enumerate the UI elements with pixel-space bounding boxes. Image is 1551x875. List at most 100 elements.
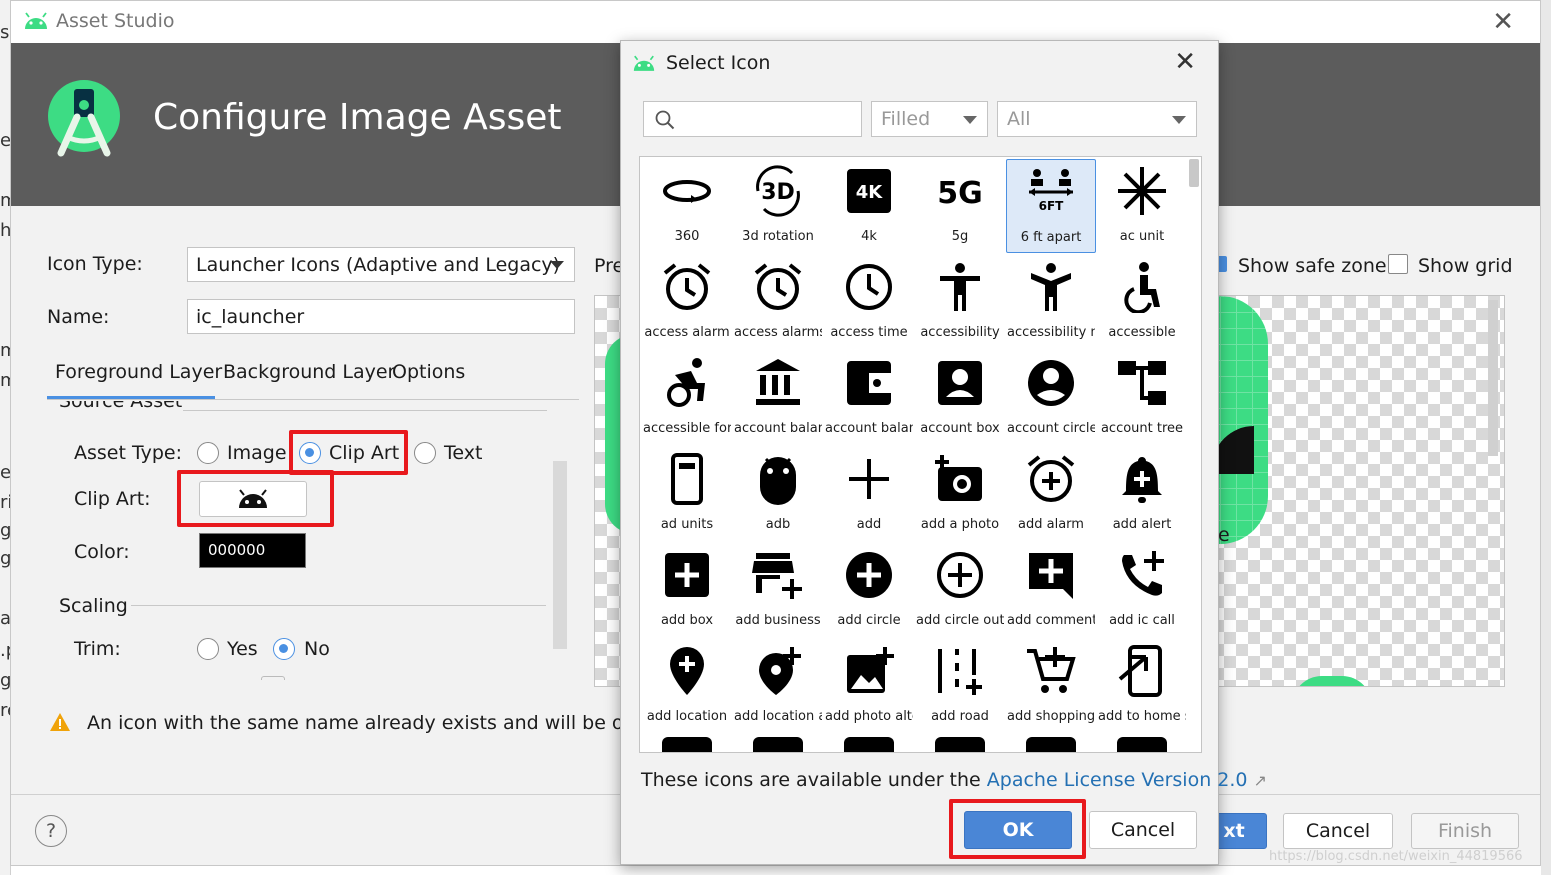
- icon-cell-add-road[interactable]: add road: [915, 639, 1005, 733]
- icon-cell-add-ic-call[interactable]: add ic call: [1097, 543, 1187, 637]
- icon-cell-add-circle[interactable]: add circle: [824, 543, 914, 637]
- icon-cell-accessible[interactable]: accessible: [1097, 255, 1187, 349]
- icon-cell-label: 6 ft apart: [1020, 230, 1082, 245]
- show-grid-checkbox[interactable]: [1388, 254, 1408, 274]
- icon-cell-account-circle[interactable]: account circle: [1006, 351, 1096, 445]
- icon-cell-ac-unit[interactable]: ac unit: [1097, 159, 1187, 253]
- icon-cell-partial[interactable]: [1026, 737, 1076, 752]
- form-scrollbar[interactable]: [553, 461, 567, 649]
- radio-text[interactable]: [414, 442, 436, 464]
- icon-cell-add[interactable]: add: [824, 447, 914, 541]
- name-label: Name:: [47, 306, 110, 328]
- category-filter-dropdown[interactable]: All: [997, 101, 1197, 137]
- icon-cell-4k[interactable]: 4K 4k: [824, 159, 914, 253]
- icon-grid[interactable]: 360 3D 3d rotation 4K 4k 5G 5g 6FT 6 ft apart ac …: [639, 156, 1202, 753]
- color-swatch[interactable]: 000000: [199, 533, 306, 568]
- radio-image-label[interactable]: Image: [227, 442, 287, 464]
- show-safe-zone-label[interactable]: Show safe zone: [1238, 255, 1387, 277]
- radio-trim-yes-label[interactable]: Yes: [227, 638, 258, 660]
- icon-type-select[interactable]: Launcher Icons (Adaptive and Legacy): [187, 247, 575, 282]
- icon-cell-add-a-photo[interactable]: add a photo: [915, 447, 1005, 541]
- icon-cell-access-time[interactable]: access time: [824, 255, 914, 349]
- icon-cell-5g[interactable]: 5G 5g: [915, 159, 1005, 253]
- icon-cell-label: add photo alternate: [825, 709, 913, 724]
- icon-cell-partial[interactable]: [1117, 737, 1167, 752]
- slider-thumb[interactable]: [261, 676, 285, 680]
- icon-cell-label: add alarm: [1018, 517, 1084, 532]
- icon-cell-add-shopping-cart[interactable]: add shopping cart: [1006, 639, 1096, 733]
- 6-ft-apart-icon: 6FT: [1029, 169, 1073, 213]
- radio-trim-no[interactable]: [273, 638, 295, 660]
- icon-cell-partial[interactable]: [753, 737, 803, 752]
- icon-cell-label: access time: [830, 325, 908, 340]
- close-icon[interactable]: ✕: [1492, 7, 1514, 37]
- icon-cell-access-alarms[interactable]: access alarms: [733, 255, 823, 349]
- icon-cell-accessibility-new[interactable]: accessibility new: [1006, 255, 1096, 349]
- dialog-close-icon[interactable]: ✕: [1174, 47, 1196, 77]
- preview-adaptive-shape: [1212, 296, 1268, 544]
- accessibility-new-icon: [1031, 263, 1071, 311]
- icon-cell-partial[interactable]: [844, 737, 894, 752]
- radio-image[interactable]: [197, 442, 219, 464]
- license-prefix: These icons are available under the: [641, 769, 987, 791]
- icon-cell-ad-units[interactable]: ad units: [642, 447, 732, 541]
- tab-background-layer[interactable]: Background Layer: [223, 361, 395, 383]
- tab-options[interactable]: Options: [392, 361, 465, 383]
- icon-cell-add-alarm[interactable]: add alarm: [1006, 447, 1096, 541]
- svg-text:6FT: 6FT: [1039, 199, 1065, 213]
- icon-cell-accessible-forward[interactable]: accessible forward: [642, 351, 732, 445]
- radio-text-label[interactable]: Text: [444, 442, 482, 464]
- alarm-icon: [663, 263, 711, 310]
- help-icon[interactable]: ?: [35, 815, 67, 847]
- cancel-button[interactable]: Cancel: [1283, 813, 1393, 849]
- add-box-icon: [665, 553, 709, 597]
- preview-scrollbar[interactable]: [1488, 300, 1498, 456]
- 3d-rotation-icon: 3D: [756, 165, 800, 217]
- license-link[interactable]: Apache License Version 2.0: [987, 769, 1248, 791]
- source-asset-section: Source Asset: [47, 401, 579, 415]
- name-input[interactable]: ic_launcher: [187, 299, 575, 334]
- show-grid-label[interactable]: Show grid: [1418, 255, 1513, 277]
- icon-cell-6-ft-apart[interactable]: 6FT 6 ft apart: [1006, 159, 1096, 253]
- icon-cell-account-tree[interactable]: account tree: [1097, 351, 1187, 445]
- finish-button[interactable]: Finish: [1411, 813, 1519, 849]
- accessibility-icon: [940, 263, 980, 311]
- icon-cell-add-location[interactable]: add location: [642, 639, 732, 733]
- icon-cell-partial[interactable]: [935, 737, 985, 752]
- dialog-cancel-button[interactable]: Cancel: [1089, 811, 1197, 849]
- radio-trim-yes[interactable]: [197, 638, 219, 660]
- radio-trim-no-label[interactable]: No: [304, 638, 330, 660]
- icon-cell-account-balance[interactable]: account balance: [733, 351, 823, 445]
- icon-cell-add-circle-outline[interactable]: add circle outline: [915, 543, 1005, 637]
- clip-art-label: Clip Art:: [74, 488, 151, 510]
- icon-cell-label: add location: [646, 709, 728, 724]
- icon-cell-3d-rotation[interactable]: 3D 3d rotation: [733, 159, 823, 253]
- icon-cell-partial[interactable]: [662, 737, 712, 752]
- icon-cell-add-comment[interactable]: add comment: [1006, 543, 1096, 637]
- accessible-forward-icon: [667, 358, 705, 407]
- icon-grid-scrollbar[interactable]: [1189, 159, 1199, 187]
- adb-icon: [760, 457, 796, 505]
- style-filter-dropdown[interactable]: Filled: [871, 101, 988, 137]
- icon-cell-access-alarm[interactable]: access alarm: [642, 255, 732, 349]
- tab-foreground-layer[interactable]: Foreground Layer: [55, 361, 222, 383]
- icon-cell-add-to-home-screen[interactable]: add to home screen: [1097, 639, 1187, 733]
- 4k-icon: 4K: [847, 169, 891, 213]
- icon-cell-add-alert[interactable]: add alert: [1097, 447, 1187, 541]
- icon-cell-label: accessibility: [920, 325, 1000, 340]
- icon-cell-360[interactable]: 360: [642, 159, 732, 253]
- add-to-home-screen-icon: [1118, 645, 1162, 697]
- icon-cell-add-box[interactable]: add box: [642, 543, 732, 637]
- 5g-icon: 5G: [937, 176, 983, 211]
- icon-cell-account-balance-wallet[interactable]: account balance wallet: [824, 351, 914, 445]
- icon-cell-accessibility[interactable]: accessibility: [915, 255, 1005, 349]
- icon-search-input[interactable]: [643, 101, 862, 137]
- icon-cell-add-business[interactable]: add business: [733, 543, 823, 637]
- wallet-icon: [847, 361, 891, 405]
- icon-cell-adb[interactable]: adb: [733, 447, 823, 541]
- add-circle-icon: [846, 552, 892, 598]
- icon-cell-add-location-alt[interactable]: add location alt: [733, 639, 823, 733]
- asset-type-label: Asset Type:: [74, 442, 183, 464]
- icon-cell-add-photo-alternate[interactable]: add photo alternate: [824, 639, 914, 733]
- icon-cell-account-box[interactable]: account box: [915, 351, 1005, 445]
